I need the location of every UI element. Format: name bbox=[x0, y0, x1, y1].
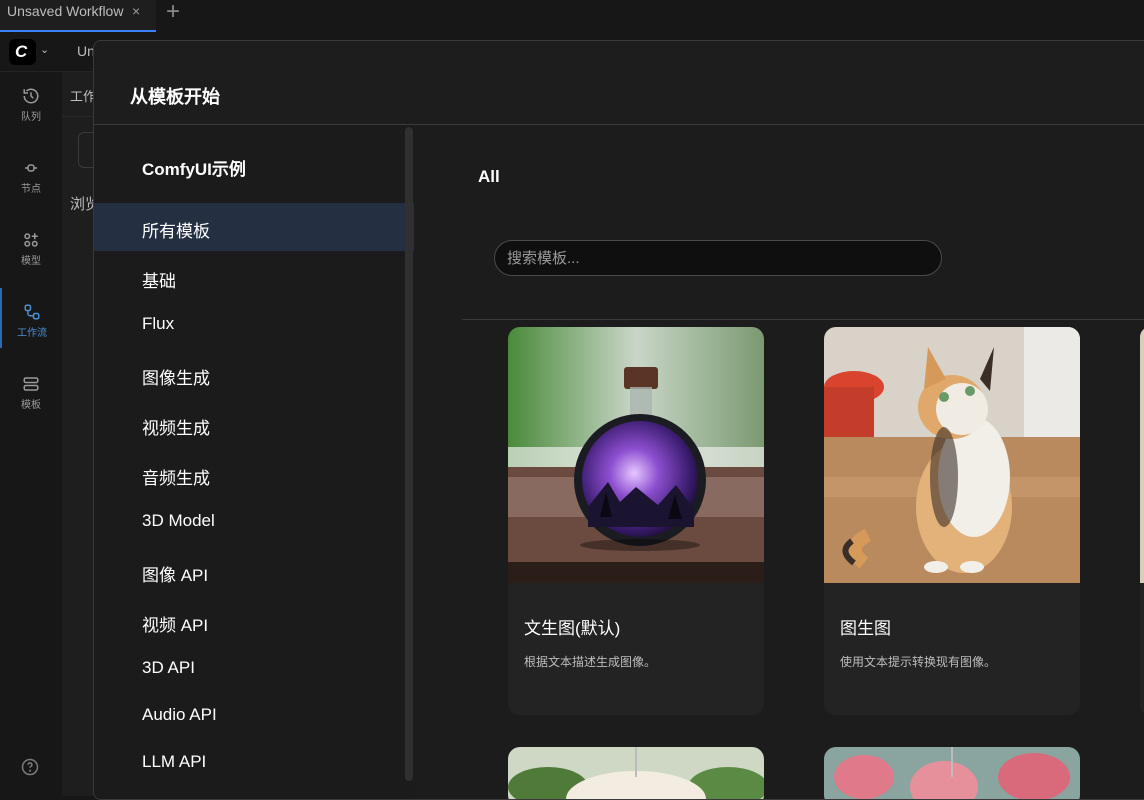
left-rail: 队列 节点 模型 工作流 模板 bbox=[0, 72, 62, 796]
template-card[interactable]: 文生图(默认) 根据文本描述生成图像。 bbox=[508, 327, 764, 715]
category-label: 视频生成 bbox=[142, 419, 210, 438]
add-tab-icon[interactable]: + bbox=[166, 0, 180, 26]
category-video-api[interactable]: 视频 API bbox=[94, 597, 414, 645]
category-all[interactable]: 所有模板 bbox=[94, 203, 414, 251]
category-label: 视频 API bbox=[142, 616, 209, 635]
template-card[interactable] bbox=[824, 747, 1080, 799]
category-video-gen[interactable]: 视频生成 bbox=[94, 400, 414, 448]
template-card[interactable]: 图生图 使用文本提示转换现有图像。 bbox=[824, 327, 1080, 715]
category-audio-gen[interactable]: 音频生成 bbox=[94, 450, 414, 498]
history-icon bbox=[23, 88, 39, 104]
rail-label: 工作流 bbox=[17, 328, 47, 339]
model-library-icon bbox=[24, 233, 38, 247]
bottle-galaxy-image bbox=[508, 327, 764, 583]
dialog-title: 从模板开始 bbox=[130, 87, 220, 107]
category-label: 3D Model bbox=[142, 511, 215, 530]
side-panel-title: 工作流 bbox=[70, 89, 94, 104]
category-label: 基础 bbox=[142, 272, 176, 291]
help-icon[interactable] bbox=[21, 758, 39, 776]
flower-cake-image bbox=[508, 747, 764, 799]
node-icon bbox=[25, 164, 37, 172]
card-title: 文生图(默认) bbox=[524, 619, 621, 638]
category-3d-model[interactable]: 3D Model bbox=[94, 497, 414, 545]
tab-bar: Unsaved Workflow × + bbox=[0, 0, 1144, 32]
close-icon[interactable]: × bbox=[132, 3, 140, 19]
template-category-nav: ComfyUI示例 所有模板 基础 Flux 图像生成 视频生成 音频生成 3D… bbox=[94, 125, 414, 799]
rail-item-nodes[interactable]: 节点 bbox=[0, 144, 62, 204]
category-audio-api[interactable]: Audio API bbox=[94, 691, 414, 739]
template-thumbnail bbox=[1140, 327, 1144, 583]
workflow-side-panel: 工作流 浏览 bbox=[62, 72, 108, 796]
roses-image bbox=[824, 747, 1080, 799]
search-input[interactable] bbox=[507, 247, 927, 269]
template-thumbnail bbox=[824, 327, 1080, 583]
nav-heading: ComfyUI示例 bbox=[142, 160, 246, 179]
category-label: Audio API bbox=[142, 705, 217, 724]
category-llm-api[interactable]: LLM API bbox=[94, 738, 414, 786]
rail-label: 队列 bbox=[21, 112, 41, 123]
category-image-gen[interactable]: 图像生成 bbox=[94, 350, 414, 398]
card-description: 使用文本提示转换现有图像。 bbox=[840, 655, 997, 669]
nav-scrollbar[interactable] bbox=[405, 127, 413, 781]
category-flux[interactable]: Flux bbox=[94, 300, 414, 348]
rail-item-queue[interactable]: 队列 bbox=[0, 72, 62, 132]
workflow-icon bbox=[24, 304, 40, 320]
category-basic[interactable]: 基础 bbox=[94, 253, 414, 301]
category-label: 图像生成 bbox=[142, 369, 210, 388]
template-content: All 搜索模板... 文生图(默认) 根据文本描述生成图像。 图生图 使用文本… bbox=[414, 125, 1144, 799]
category-label: 音频生成 bbox=[142, 469, 210, 488]
rail-label: 模型 bbox=[21, 256, 41, 267]
cat-image bbox=[824, 327, 1080, 583]
workflow-tab[interactable]: Unsaved Workflow × bbox=[0, 0, 156, 32]
category-label: 图像 API bbox=[142, 566, 209, 585]
divider bbox=[462, 319, 1144, 320]
category-image-api[interactable]: 图像 API bbox=[94, 547, 414, 595]
rail-item-workflows[interactable]: 工作流 bbox=[0, 288, 62, 348]
template-search[interactable] bbox=[494, 240, 942, 276]
rail-label: 模板 bbox=[21, 400, 41, 411]
template-icon bbox=[23, 377, 39, 391]
template-card[interactable] bbox=[1140, 327, 1144, 715]
rail-label: 节点 bbox=[21, 184, 41, 195]
comfy-logo-icon[interactable] bbox=[9, 39, 36, 65]
category-label: Flux bbox=[142, 314, 175, 333]
template-thumbnail bbox=[508, 327, 764, 583]
category-label: LLM API bbox=[142, 752, 207, 771]
card-title: 图生图 bbox=[840, 619, 891, 638]
divider bbox=[62, 116, 94, 117]
card-description: 根据文本描述生成图像。 bbox=[524, 655, 657, 669]
chevron-down-icon[interactable]: ⌄ bbox=[40, 43, 49, 56]
rail-item-templates[interactable]: 模板 bbox=[0, 360, 62, 420]
category-3d-api[interactable]: 3D API bbox=[94, 644, 414, 692]
template-dialog: 从模板开始 ComfyUI示例 所有模板 基础 Flux 图像生成 视频生成 音… bbox=[93, 40, 1144, 800]
rail-item-models[interactable]: 模型 bbox=[0, 216, 62, 276]
category-label: 3D API bbox=[142, 658, 195, 677]
dialog-header: 从模板开始 bbox=[94, 41, 1144, 125]
browse-label: 浏览 bbox=[70, 196, 94, 213]
category-label: 所有模板 bbox=[142, 222, 210, 241]
tab-title: Unsaved Workflow bbox=[7, 3, 124, 19]
template-card[interactable] bbox=[508, 747, 764, 799]
content-title: All bbox=[478, 167, 500, 186]
